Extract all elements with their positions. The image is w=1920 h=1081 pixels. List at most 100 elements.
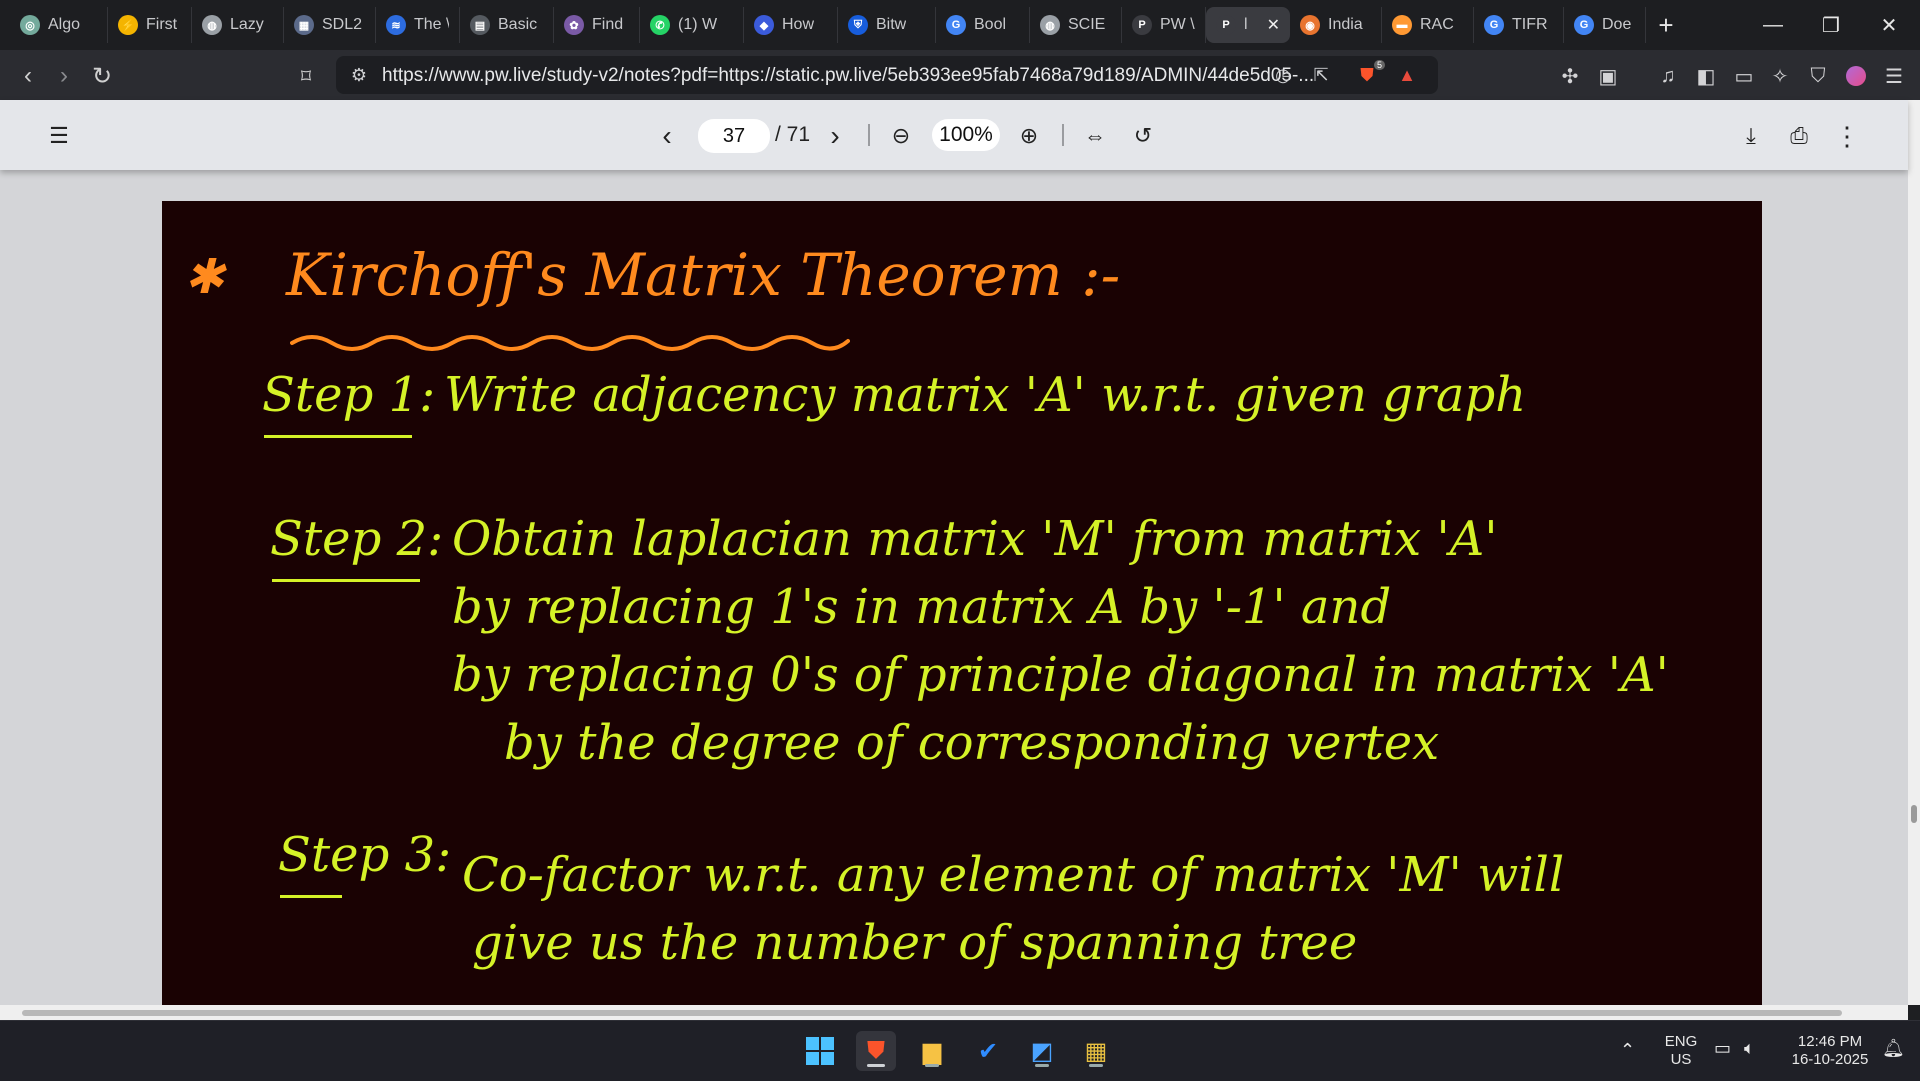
vertical-scroll-thumb[interactable] [1911,805,1917,823]
tray-overflow-icon[interactable]: ⌃ [1620,1041,1635,1059]
google-icon: G [946,15,966,35]
browser-tab[interactable]: ⛨ Bitw [838,7,936,43]
tab-label: PW \ [1160,16,1195,33]
network-icon[interactable]: ▭ [1714,1039,1731,1057]
url-text[interactable]: https://www.pw.live/study-v2/notes?pdf=h… [382,65,1314,87]
time-text: 12:46 PM [1797,1033,1863,1050]
browser-tab[interactable]: ⚡ First [108,7,192,43]
zoom-level[interactable]: 100% [932,119,1000,151]
vpn-icon[interactable]: ⛉ [1804,62,1832,90]
pw-icon: P [1132,15,1152,35]
rewards-icon[interactable]: ▲ [1396,64,1418,86]
step3-label: Step 3: [278,827,452,883]
todo-icon[interactable]: ✔ [968,1031,1008,1071]
site-settings-icon[interactable]: ⚙ [348,64,370,86]
pdf-viewer[interactable]: ✱ Kirchoff's Matrix Theorem :- Step 1: W… [0,170,1908,1005]
chatgpt-icon: ◎ [20,15,40,35]
share-icon[interactable]: ⇱ [1310,64,1332,86]
browser-tab[interactable]: ◆ How [744,7,838,43]
wallet-icon[interactable]: ▭ [1730,62,1758,90]
browser-tab[interactable]: P PW \ [1122,7,1206,43]
step3-line1: Co-factor w.r.t. any element of matrix '… [462,847,1565,903]
shield-badge: 5 [1374,60,1386,70]
start-icon[interactable] [800,1031,840,1071]
tab-label: TIFR [1512,16,1548,33]
step1-label: Step 1: [262,367,436,423]
browser-tab[interactable]: G TIFR [1474,7,1564,43]
history-icon[interactable]: ◷ [1272,64,1294,86]
leo-ai-icon[interactable]: ✧ [1766,62,1794,90]
tab-label: First [146,16,178,33]
paint-icon[interactable]: ◩ [1022,1031,1062,1071]
more-options-icon[interactable]: ⋮ [1832,121,1862,151]
step2-line3: by replacing 0's of principle diagonal i… [452,647,1669,703]
tab-label: The \ [414,16,449,33]
print-icon[interactable]: ⎙ [1784,121,1814,151]
india-flag-icon: ▬ [1392,15,1412,35]
next-page-icon[interactable]: › [820,120,850,151]
browser-tab[interactable]: ◍ Lazy [192,7,284,43]
rotate-icon[interactable]: ↺ [1128,121,1158,151]
tab-label: Doe [1602,16,1632,33]
volume-icon[interactable]: 🔈︎ [1744,1039,1755,1057]
reader-icon[interactable]: ▣ [1594,62,1622,90]
browser-tab[interactable]: G Doe [1564,7,1646,43]
browser-tab[interactable]: ▦ SDL2 [284,7,376,43]
menu-icon[interactable]: ☰ [1880,62,1908,90]
clock[interactable]: 12:46 PM 16-10-2025 [1782,1033,1878,1069]
restore-button[interactable]: ❐ [1802,0,1860,50]
notification-bell-icon[interactable]: 🔔︎ [1882,1039,1905,1057]
step3-line2: give us the number of spanning tree [472,915,1358,971]
tab-label: Algo [48,16,81,33]
language-indicator[interactable]: ENG US [1660,1033,1702,1069]
browser-tab[interactable]: ◉ India [1290,7,1382,43]
tab-strip: ◎ Algo ⚡ First ◍ Lazy ▦ SDL2 ≋ The \ ▤ Basic ✿ Find ✆ (… [0,0,1920,50]
zoom-out-icon[interactable]: ⊖ [886,121,916,151]
whatsapp-icon: ✆ [650,15,670,35]
divider [868,124,870,146]
browser-tab[interactable]: ✆ (1) W [640,7,744,43]
shield-app-icon: ◆ [754,15,774,35]
new-tab-button[interactable]: + [1646,10,1686,41]
browser-tab[interactable]: ✿ Find [554,7,640,43]
forward-icon[interactable]: › [50,62,78,90]
file-explorer-icon[interactable]: ▆ [912,1031,952,1071]
browser-tab[interactable]: ▬ RAC [1382,7,1474,43]
profile-icon[interactable] [1842,62,1870,90]
previous-page-icon[interactable]: ‹ [652,120,682,151]
tab-label: Bitw [876,16,907,33]
horizontal-scroll-thumb[interactable] [22,1010,1842,1016]
horizontal-scrollbar[interactable] [0,1005,1908,1020]
google-icon: G [1574,15,1594,35]
extensions-icon[interactable]: ✣ [1556,62,1584,90]
library-icon: ▦ [294,15,314,35]
reload-icon[interactable]: ↻ [88,62,116,90]
page-number-input[interactable] [698,119,770,153]
tab-label: RAC [1420,16,1454,33]
download-icon[interactable]: ⤓ [1736,121,1766,151]
minimize-button[interactable]: — [1744,0,1802,50]
google-icon: G [1484,15,1504,35]
zoom-in-icon[interactable]: ⊕ [1014,121,1044,151]
close-tab-icon[interactable]: ✕ [1267,15,1280,35]
fit-width-icon[interactable]: ⇔ [1080,121,1110,151]
browser-tab[interactable]: ◍ SCIE [1030,7,1122,43]
browser-tab[interactable]: ≋ The \ [376,7,460,43]
sidebar-icon[interactable]: ◧ [1692,62,1720,90]
app-icon[interactable]: ▦ [1076,1031,1116,1071]
address-bar[interactable]: ⚙ https://www.pw.live/study-v2/notes?pdf… [336,56,1438,94]
pdf-menu-icon[interactable]: ☰ [44,121,74,151]
browser-tab[interactable]: ◎ Algo [10,7,108,43]
brave-browser-icon[interactable]: ⛊ [856,1031,896,1071]
vertical-scrollbar[interactable] [1908,100,1920,1005]
browser-tab[interactable]: ▤ Basic [460,7,554,43]
back-icon[interactable]: ‹ [14,62,42,90]
india-icon: ◉ [1300,15,1320,35]
close-window-button[interactable]: ✕ [1860,0,1918,50]
waves-icon: ≋ [386,15,406,35]
media-icon[interactable]: ♫ [1654,62,1682,90]
bookmark-icon[interactable]: ⌑ [292,62,320,90]
step2-label: Step 2: [270,511,444,567]
browser-tab[interactable]: G Bool [936,7,1030,43]
browser-tab[interactable]: Pl ✕ [1206,7,1290,43]
